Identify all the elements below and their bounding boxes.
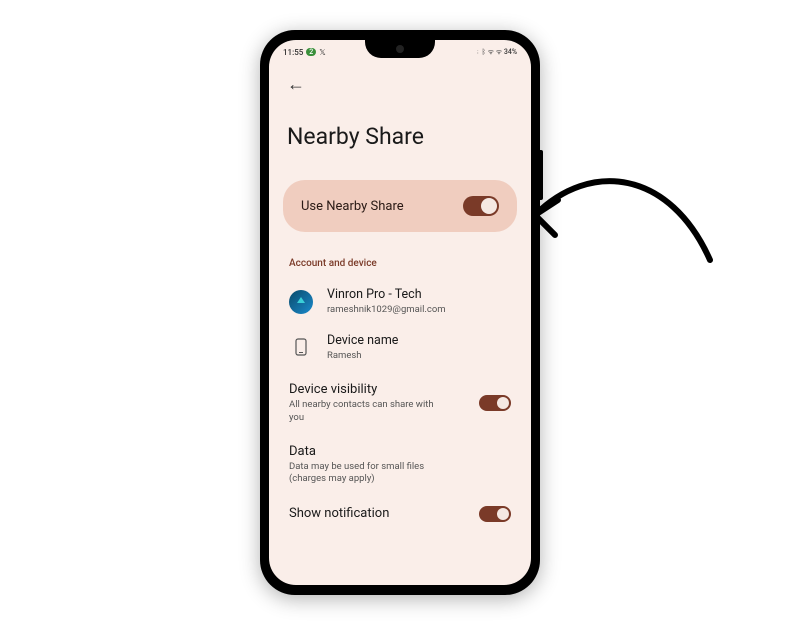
visibility-title: Device visibility bbox=[289, 382, 467, 397]
phone-side-button bbox=[540, 150, 543, 200]
phone-frame: 11:55 2 𝕏 ⋮ ᛒ ᯤ ᯤ 34% ← Nearby Share Use… bbox=[260, 30, 540, 595]
back-icon[interactable]: ← bbox=[287, 74, 305, 95]
toggle-thumb bbox=[481, 198, 497, 214]
toggle-thumb bbox=[497, 397, 509, 409]
toggle-thumb bbox=[497, 508, 509, 520]
data-row[interactable]: Data Data may be used for small files (c… bbox=[269, 432, 531, 494]
data-desc: Data may be used for small files (charge… bbox=[289, 461, 439, 486]
account-email: rameshnik1029@gmail.com bbox=[327, 304, 511, 316]
device-name-value: Ramesh bbox=[327, 350, 511, 362]
status-notification-badge: 2 bbox=[306, 48, 316, 56]
notification-toggle[interactable] bbox=[479, 506, 511, 522]
use-nearby-share-label: Use Nearby Share bbox=[301, 199, 404, 214]
camera-dot bbox=[396, 45, 404, 53]
annotation-arrow bbox=[510, 150, 730, 314]
notification-title: Show notification bbox=[289, 506, 467, 521]
phone-mockup: 11:55 2 𝕏 ⋮ ᛒ ᯤ ᯤ 34% ← Nearby Share Use… bbox=[260, 30, 540, 595]
account-section-header: Account and device bbox=[269, 250, 531, 279]
account-row[interactable]: Vinron Pro - Tech rameshnik1029@gmail.co… bbox=[269, 279, 531, 325]
toggle-switch[interactable] bbox=[463, 196, 499, 216]
avatar bbox=[289, 290, 313, 314]
visibility-desc: All nearby contacts can share with you bbox=[289, 399, 439, 424]
status-indicators: ⋮ ᛒ ᯤ ᯤ 34% bbox=[476, 48, 517, 57]
phone-icon bbox=[289, 335, 313, 359]
screen: 11:55 2 𝕏 ⋮ ᛒ ᯤ ᯤ 34% ← Nearby Share Use… bbox=[269, 40, 531, 585]
account-name: Vinron Pro - Tech bbox=[327, 287, 511, 303]
notch bbox=[365, 40, 435, 58]
device-visibility-row[interactable]: Device visibility All nearby contacts ca… bbox=[269, 370, 531, 432]
use-nearby-share-toggle[interactable]: Use Nearby Share bbox=[283, 180, 517, 232]
twitter-icon: 𝕏 bbox=[319, 48, 325, 57]
show-notification-row[interactable]: Show notification bbox=[269, 494, 531, 522]
status-time: 11:55 bbox=[283, 48, 303, 57]
device-name-label: Device name bbox=[327, 333, 511, 349]
page-title: Nearby Share bbox=[269, 101, 531, 180]
data-title: Data bbox=[289, 444, 511, 459]
device-name-row[interactable]: Device name Ramesh bbox=[269, 325, 531, 371]
visibility-toggle[interactable] bbox=[479, 395, 511, 411]
